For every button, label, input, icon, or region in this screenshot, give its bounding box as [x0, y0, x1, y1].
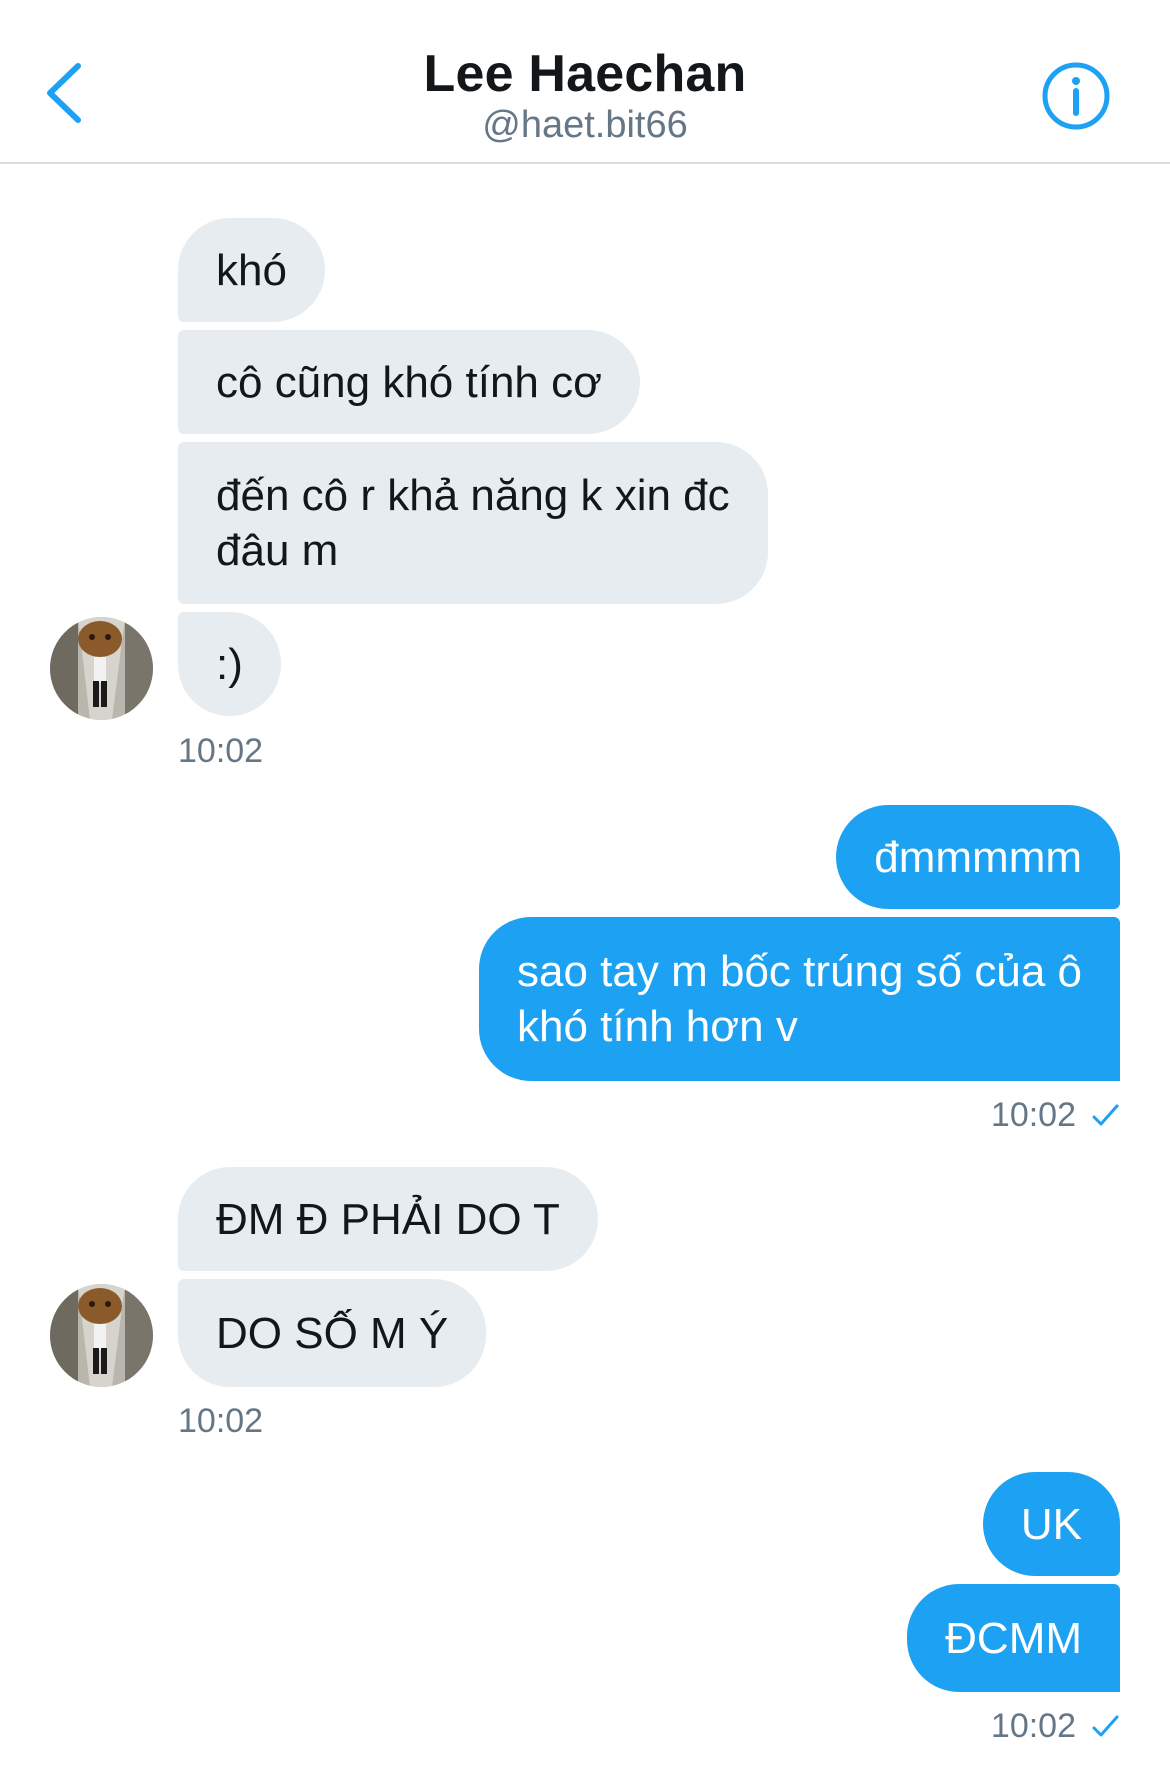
message-text: cô cũng khó tính cơ — [216, 357, 602, 407]
message-timestamp: 10:02 — [178, 1402, 264, 1440]
info-button[interactable] — [1040, 60, 1112, 132]
message-bubble-incoming[interactable]: đến cô r khả năng k xin đc đâu m — [178, 442, 768, 604]
message-bubble-outgoing[interactable]: đmmmmm — [836, 805, 1120, 909]
message-text: ĐCMM — [945, 1613, 1082, 1663]
message-text: :) — [216, 639, 243, 689]
message-bubble-outgoing[interactable]: sao tay m bốc trúng số của ô khó tính hơ… — [479, 917, 1120, 1081]
message-text: UK — [1020, 1499, 1082, 1549]
message-text: sao tay m bốc trúng số của ô khó tính hơ… — [517, 947, 1082, 1051]
user-handle: @haet.bit66 — [482, 104, 688, 146]
conversation-header: Lee Haechan @haet.bit66 — [0, 0, 1170, 164]
message-text: DO SỐ M Ý — [216, 1308, 449, 1358]
avatar[interactable] — [50, 1284, 153, 1387]
message-bubble-incoming[interactable]: cô cũng khó tính cơ — [178, 330, 640, 434]
message-bubble-incoming[interactable]: khó — [178, 218, 325, 322]
message-text: đến cô r khả năng k xin đc đâu m — [216, 471, 730, 575]
message-timestamp: 10:02 — [990, 1707, 1076, 1745]
message-text: đmmmmm — [874, 832, 1082, 882]
message-bubble-outgoing[interactable]: UK — [982, 1472, 1120, 1576]
message-bubble-outgoing[interactable]: ĐCMM — [907, 1584, 1120, 1692]
message-bubble-incoming[interactable]: :) — [178, 612, 281, 716]
message-text: ĐM Đ PHẢI DO T — [216, 1194, 560, 1244]
info-circle-icon — [1042, 62, 1110, 130]
page-title: Lee Haechan — [423, 45, 747, 103]
check-icon — [1090, 1101, 1120, 1131]
avatar[interactable] — [50, 617, 153, 720]
message-meta: 10:02 — [991, 1096, 1120, 1135]
message-timestamp: 10:02 — [178, 732, 264, 770]
message-bubble-incoming[interactable]: DO SỐ M Ý — [178, 1279, 487, 1387]
message-bubble-incoming[interactable]: ĐM Đ PHẢI DO T — [178, 1167, 598, 1271]
message-meta: 10:02 — [991, 1707, 1120, 1746]
message-text: khó — [216, 245, 287, 295]
message-timestamp: 10:02 — [990, 1096, 1076, 1134]
check-icon — [1090, 1712, 1120, 1742]
